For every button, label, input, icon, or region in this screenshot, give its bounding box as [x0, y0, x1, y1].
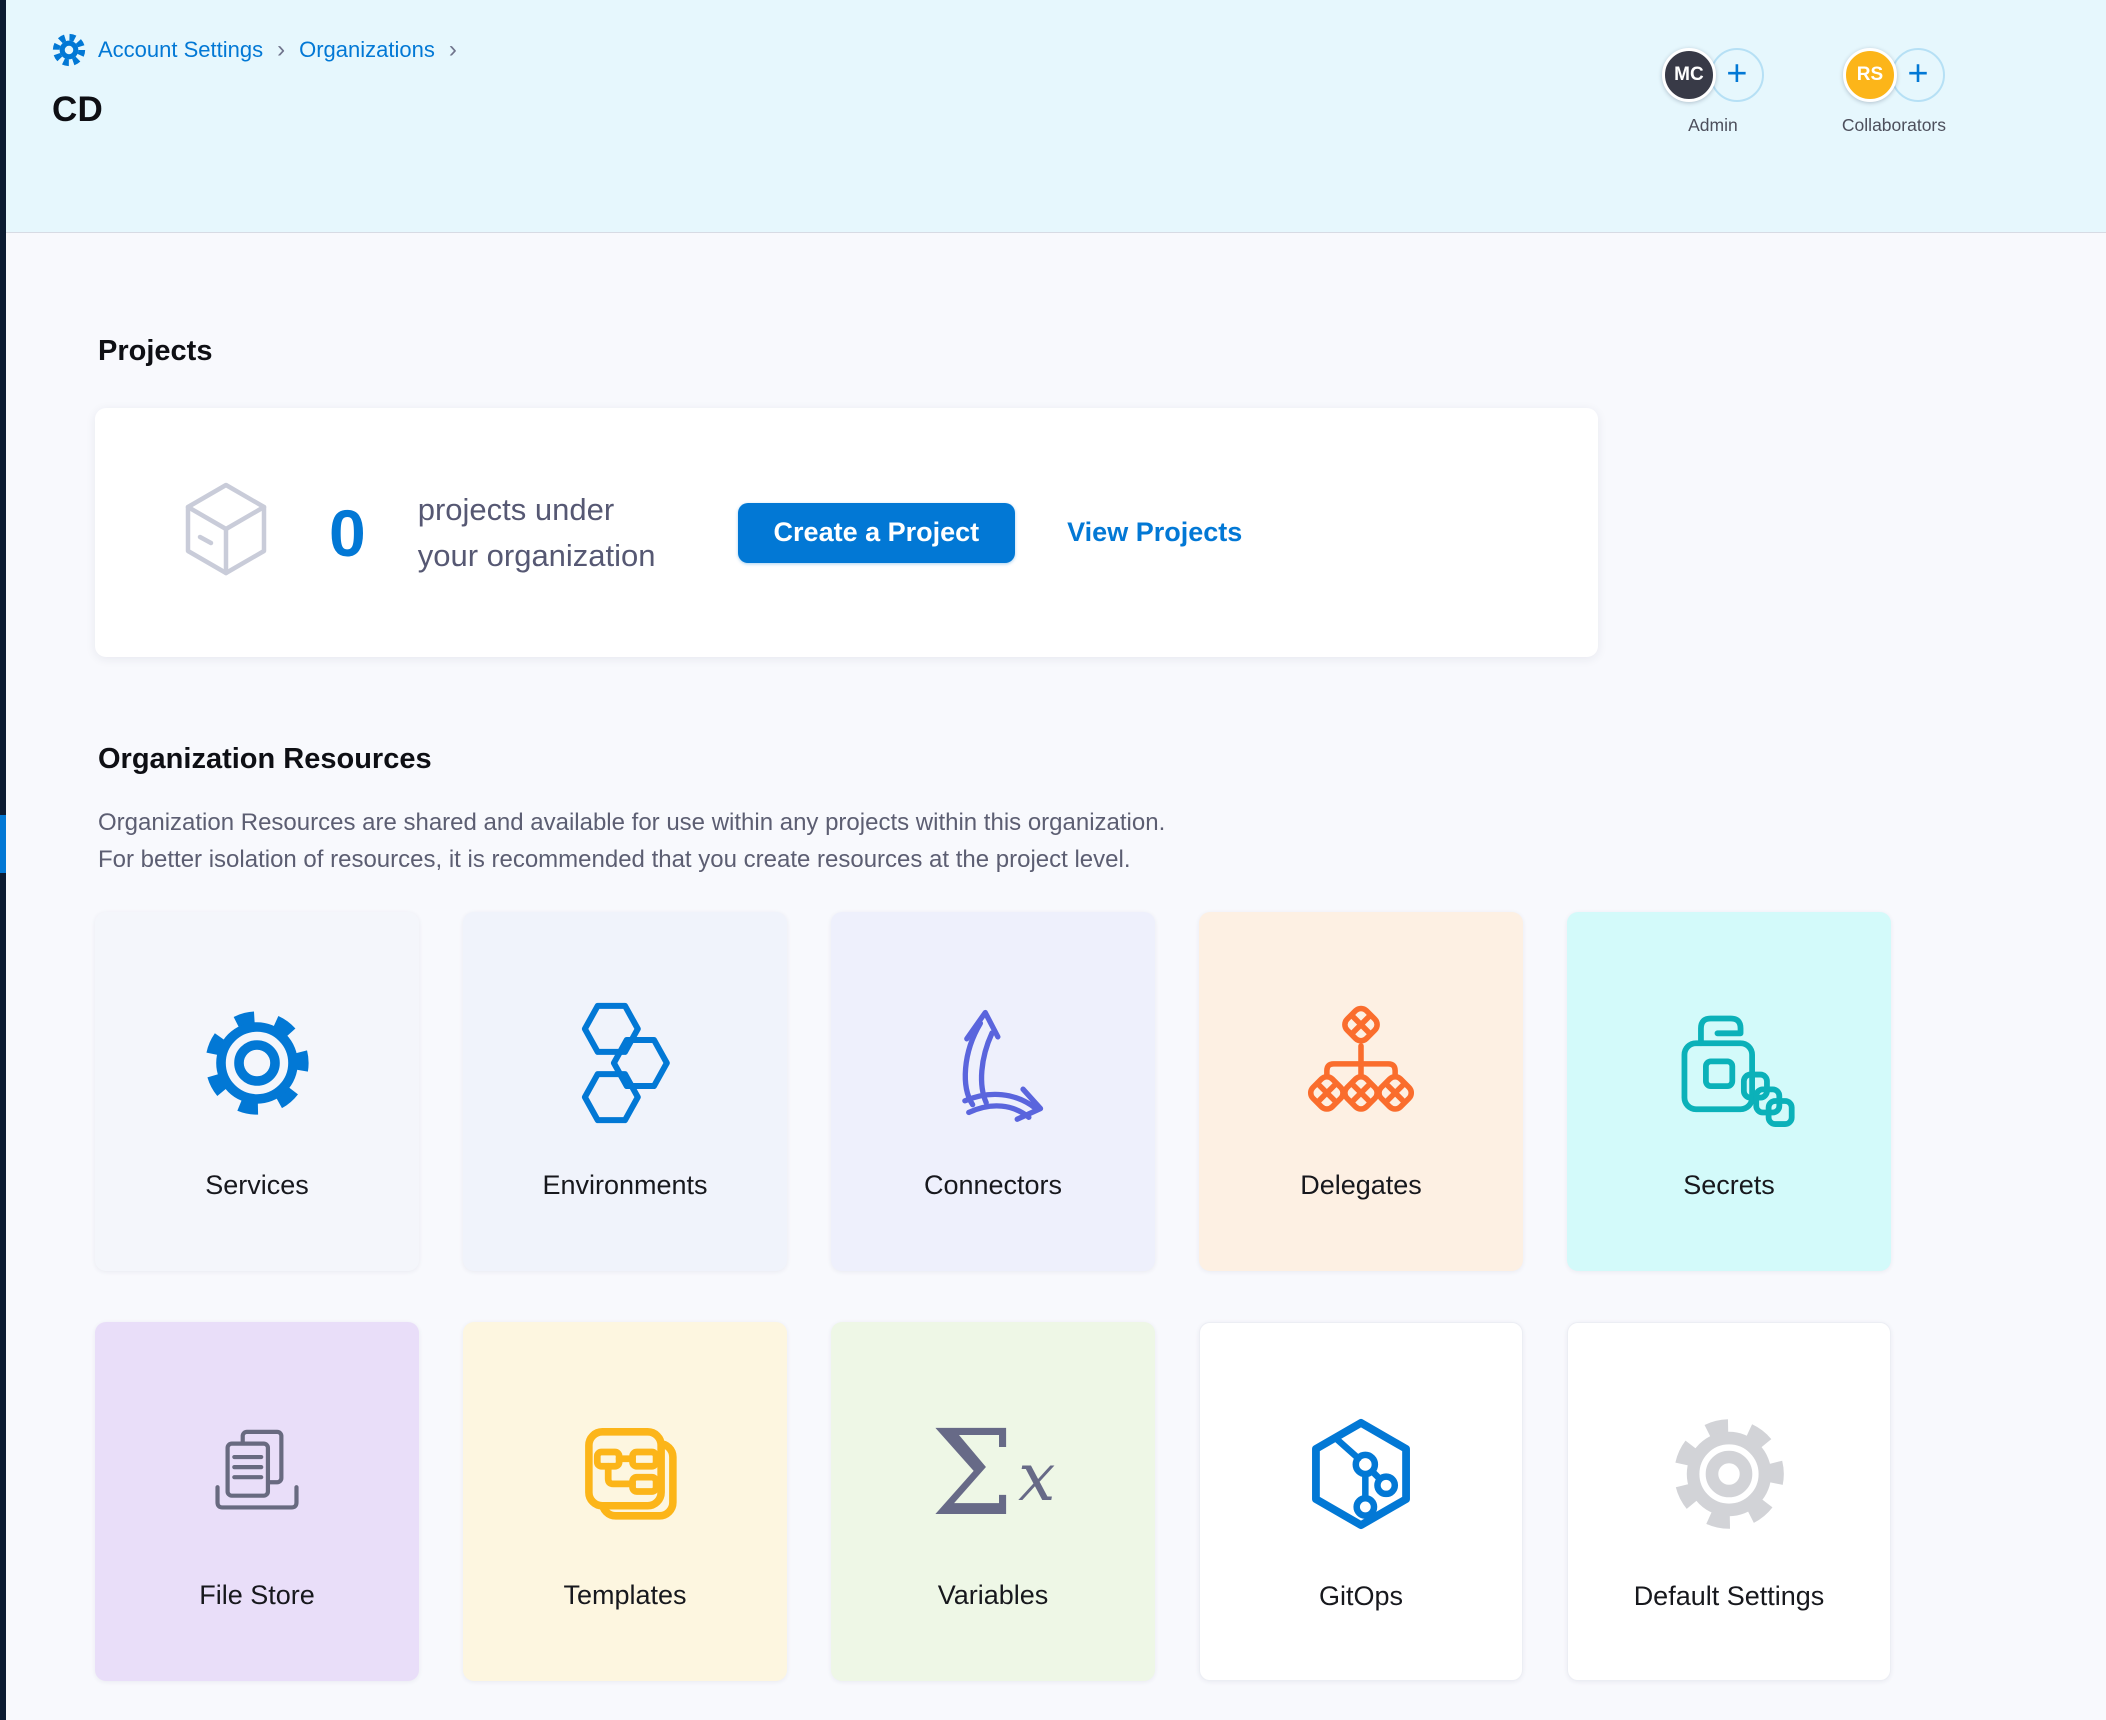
- resource-card-templates[interactable]: Templates: [463, 1322, 787, 1681]
- org-resources-description: Organization Resources are shared and av…: [98, 804, 1895, 878]
- project-count-caption: projects under your organization: [418, 487, 656, 579]
- project-cube-icon: [175, 477, 277, 589]
- main-content: Projects 0 projects under your organizat…: [95, 233, 1895, 1681]
- resource-grid: Services Environments: [95, 912, 1891, 1681]
- resource-card-services[interactable]: Services: [95, 912, 419, 1271]
- resource-card-delegates[interactable]: Delegates: [1199, 912, 1523, 1271]
- left-edge-active-indicator: [0, 815, 6, 873]
- org-resources-heading: Organization Resources: [98, 743, 1895, 776]
- resource-card-environments[interactable]: Environments: [463, 912, 787, 1271]
- create-project-button[interactable]: Create a Project: [738, 503, 1016, 563]
- padlock-chain-icon: [1663, 978, 1795, 1148]
- page-title: CD: [52, 90, 103, 130]
- documents-tray-icon: [194, 1388, 320, 1558]
- page-header: Account Settings › Organizations › CD MC…: [0, 0, 2106, 233]
- add-admin-button[interactable]: +: [1710, 48, 1764, 102]
- view-projects-link[interactable]: View Projects: [1067, 517, 1242, 548]
- gear-icon: [197, 978, 317, 1148]
- projects-heading: Projects: [98, 335, 1895, 368]
- breadcrumb-separator: ›: [447, 36, 459, 64]
- hexagons-icon: [561, 978, 689, 1148]
- breadcrumb-organizations[interactable]: Organizations: [299, 37, 435, 63]
- stacked-template-icon: [562, 1388, 688, 1558]
- header-people: MC + Admin RS + Collaborators: [1662, 48, 1946, 136]
- project-count: 0: [329, 495, 366, 571]
- admin-label: Admin: [1688, 115, 1738, 136]
- collaborators-label: Collaborators: [1842, 115, 1946, 136]
- gear-outline-icon: [1666, 1389, 1792, 1559]
- sigma-x-icon: Σx: [931, 1388, 1056, 1558]
- collaborators-group: RS + Collaborators: [1842, 48, 1946, 136]
- admin-avatar[interactable]: MC: [1662, 48, 1716, 102]
- breadcrumb: Account Settings › Organizations ›: [52, 33, 459, 67]
- breadcrumb-separator: ›: [275, 36, 287, 64]
- resource-card-default-settings[interactable]: Default Settings: [1567, 1322, 1891, 1681]
- breadcrumb-account-settings[interactable]: Account Settings: [98, 37, 263, 63]
- projects-summary-card: 0 projects under your organization Creat…: [95, 408, 1598, 657]
- resource-card-gitops[interactable]: GitOps: [1199, 1322, 1523, 1681]
- curved-arrows-icon: [930, 978, 1056, 1148]
- admin-group: MC + Admin: [1662, 48, 1764, 136]
- add-collaborator-button[interactable]: +: [1891, 48, 1945, 102]
- git-hexagon-icon: [1296, 1389, 1426, 1559]
- node-tree-icon: [1297, 978, 1425, 1148]
- settings-gear-icon: [52, 33, 86, 67]
- resource-card-secrets[interactable]: Secrets: [1567, 912, 1891, 1271]
- resource-card-variables[interactable]: Σx Variables: [831, 1322, 1155, 1681]
- collaborator-avatar[interactable]: RS: [1843, 48, 1897, 102]
- resource-card-file-store[interactable]: File Store: [95, 1322, 419, 1681]
- organization-settings-page: Account Settings › Organizations › CD MC…: [0, 0, 2106, 1720]
- resource-card-connectors[interactable]: Connectors: [831, 912, 1155, 1271]
